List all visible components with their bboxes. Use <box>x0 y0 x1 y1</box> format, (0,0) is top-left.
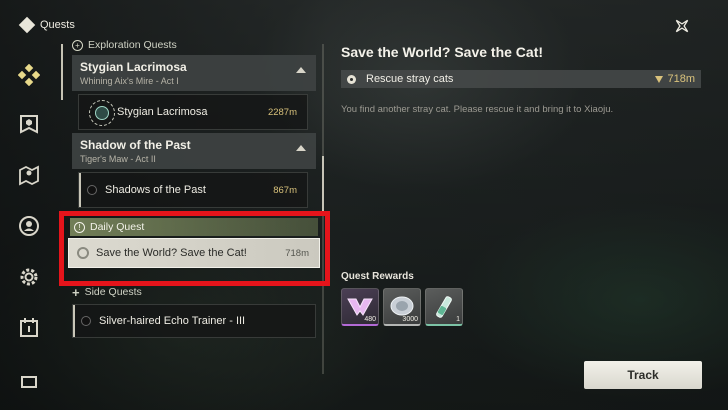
nav-quests-icon[interactable] <box>10 56 48 94</box>
quest-distance: 867m <box>273 184 297 196</box>
nav-compass-icon[interactable] <box>10 207 48 245</box>
exploration-quests-header[interactable]: + Exploration Quests <box>72 38 177 53</box>
track-button[interactable]: Track <box>584 361 702 389</box>
quest-row-shadows-of-the-past[interactable]: Shadows of the Past 867m <box>78 172 308 208</box>
quest-objective: Rescue stray cats 718m <box>341 70 701 88</box>
chevron-up-icon[interactable] <box>296 67 306 73</box>
quest-list-scrollbar[interactable] <box>322 44 324 374</box>
quest-diamond-icon <box>18 16 36 34</box>
reward-count: 3000 <box>402 316 418 323</box>
quest-distance: 2287m <box>267 106 297 118</box>
quest-bullet-icon <box>87 185 97 195</box>
quest-description: You find another stray cat. Please rescu… <box>341 104 614 115</box>
reward-astrite[interactable]: 480 <box>341 288 379 326</box>
quest-rewards: Quest Rewards 480 3000 1 <box>341 271 463 326</box>
chapter-subtitle: Whining Aix's Mire - Act I <box>80 76 179 86</box>
row-accent <box>79 173 81 207</box>
plus-icon: + <box>72 284 80 300</box>
objective-text: Rescue stray cats <box>366 73 454 85</box>
rewards-label: Quest Rewards <box>341 271 414 282</box>
side-quests-header[interactable]: + Side Quests <box>72 284 142 300</box>
nav-map-icon[interactable] <box>10 156 48 194</box>
tracked-quest-icon <box>89 100 115 126</box>
page-title: Quests <box>40 19 75 31</box>
objective-distance: 718m <box>667 73 695 85</box>
row-accent <box>73 305 75 337</box>
chevron-up-icon[interactable] <box>296 145 306 151</box>
nav-divider <box>61 44 63 100</box>
quest-name: Shadows of the Past <box>105 184 206 196</box>
chapter-shadow-of-the-past[interactable]: Shadow of the Past Tiger's Maw - Act II <box>72 133 316 169</box>
chapter-title: Shadow of the Past <box>80 138 191 152</box>
quest-detail-panel: Save the World? Save the Cat! Rescue str… <box>341 44 705 116</box>
reward-count: 1 <box>456 316 460 323</box>
potion-tube-icon <box>436 295 452 318</box>
nav-more-icon[interactable] <box>10 360 48 398</box>
selection-highlight-box <box>59 211 330 286</box>
waypoint-marker-icon <box>655 75 664 83</box>
chapter-stygian-lacrimosa[interactable]: Stygian Lacrimosa Whining Aix's Mire - A… <box>72 55 316 91</box>
scrollbar-thumb[interactable] <box>322 156 324 214</box>
quest-bullet-icon <box>81 316 91 326</box>
reward-shell-credit[interactable]: 3000 <box>383 288 421 326</box>
nav-bookmark-shield-icon[interactable] <box>10 105 48 143</box>
category-label: Side Quests <box>84 286 142 298</box>
quest-name: Silver-haired Echo Trainer - III <box>99 315 246 327</box>
header-title-group: Quests <box>18 16 75 34</box>
chapter-title: Stygian Lacrimosa <box>80 60 187 74</box>
exploration-icon: + <box>72 39 83 51</box>
nav-settings-icon[interactable] <box>10 258 48 296</box>
category-label: Exploration Quests <box>88 39 177 51</box>
chapter-subtitle: Tiger's Maw - Act II <box>80 154 156 164</box>
reward-list: 480 3000 1 <box>341 288 463 326</box>
close-icon[interactable] <box>672 16 692 36</box>
side-navigation <box>10 52 48 410</box>
quest-row-echo-trainer[interactable]: Silver-haired Echo Trainer - III <box>72 304 316 338</box>
quest-detail-title: Save the World? Save the Cat! <box>341 44 544 60</box>
objective-icon <box>347 74 356 84</box>
reward-count: 480 <box>364 316 376 323</box>
reward-potion[interactable]: 1 <box>425 288 463 326</box>
quest-name: Stygian Lacrimosa <box>117 106 208 118</box>
quest-row-stygian-lacrimosa[interactable]: Stygian Lacrimosa 2287m <box>78 94 308 130</box>
nav-calendar-icon[interactable] <box>10 309 48 347</box>
